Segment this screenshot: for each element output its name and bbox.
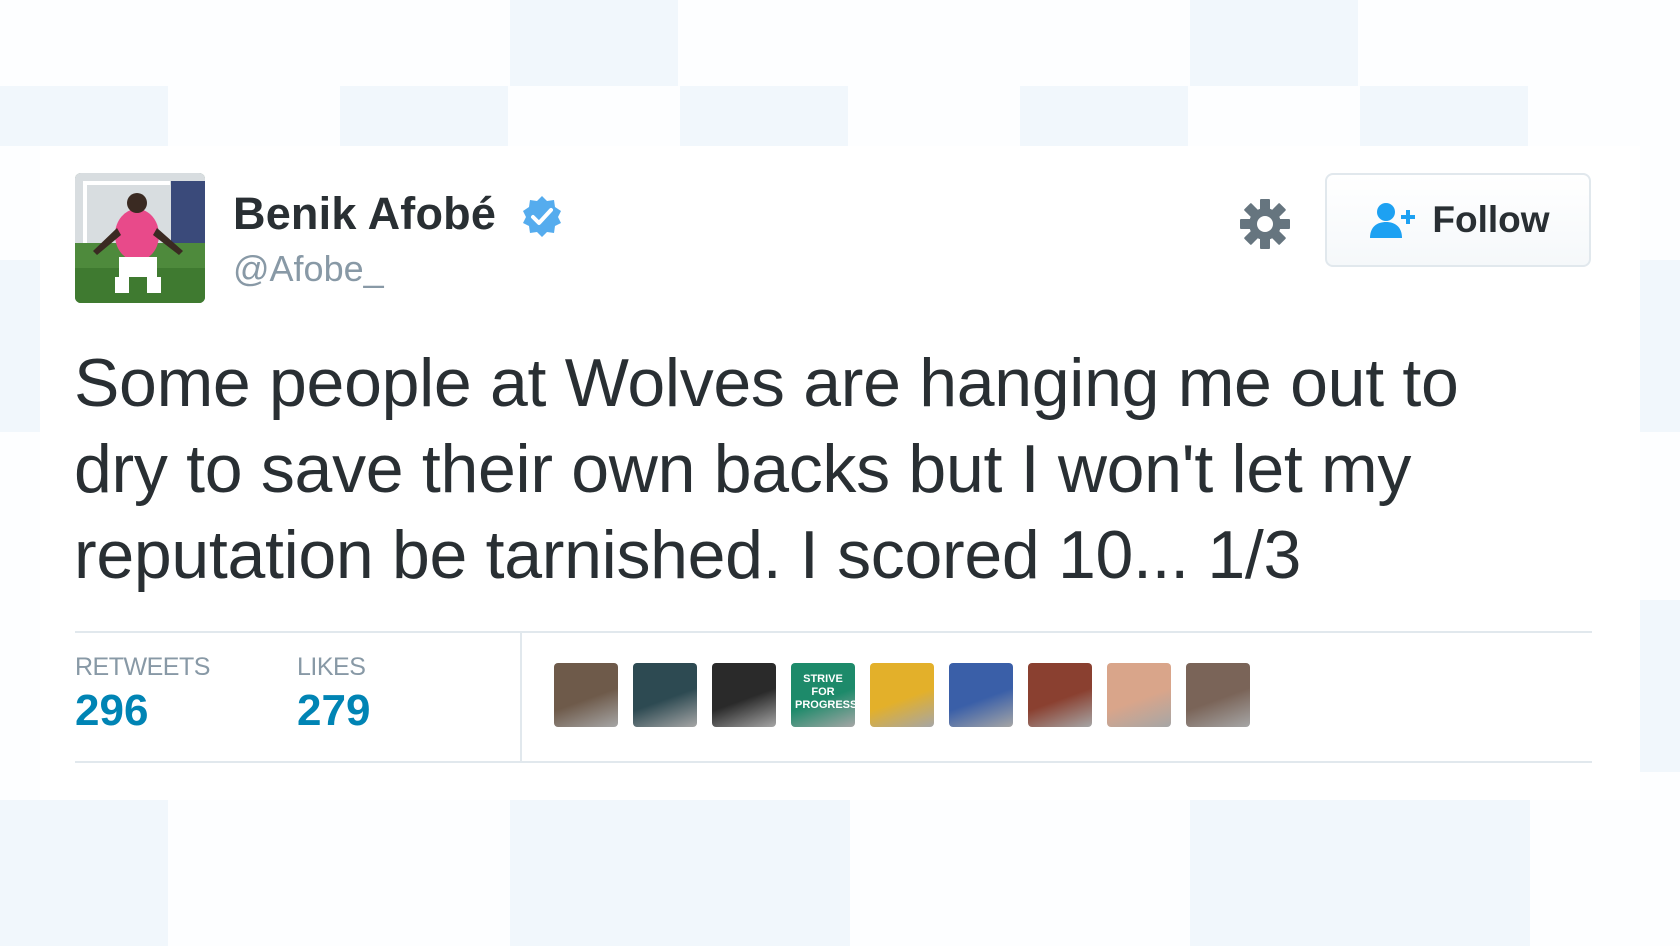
user-avatar[interactable] (75, 173, 205, 303)
likes-label: LIKES (297, 653, 366, 681)
liker-avatar-3[interactable] (712, 663, 776, 727)
liker-avatars: STRIVE FOR PROGRESS (554, 663, 1265, 727)
liker-avatar-5[interactable] (870, 663, 934, 727)
tweet-card: Benik Afobé @Afobe_ Follow Some people a… (40, 146, 1640, 800)
likes-stat[interactable]: LIKES 279 (297, 653, 370, 736)
retweets-label: RETWEETS (75, 653, 210, 681)
background-tile (1360, 86, 1528, 146)
user-handle[interactable]: @Afobe_ (233, 248, 384, 290)
tweet-stats: RETWEETS 296 LIKES 279 STRIVE FOR PROGRE… (75, 631, 1592, 763)
likes-count: 279 (297, 686, 371, 735)
background-tile (0, 800, 168, 946)
background-tile (0, 86, 168, 146)
liker-avatar-2[interactable] (633, 663, 697, 727)
verified-badge-icon (523, 196, 561, 237)
liker-avatar-6[interactable] (949, 663, 1013, 727)
background-tile (510, 800, 850, 946)
follow-button-label: Follow (1432, 199, 1550, 240)
follow-button[interactable]: Follow (1325, 173, 1591, 267)
footballer-avatar-icon (75, 173, 205, 303)
gear-icon[interactable] (1237, 196, 1293, 252)
background-tile (510, 0, 678, 86)
liker-avatar-9[interactable] (1186, 663, 1250, 727)
background-tile (1190, 800, 1530, 946)
background-tile (0, 260, 40, 432)
background-tile (1640, 600, 1680, 772)
liker-avatar-1[interactable] (554, 663, 618, 727)
background-tile (1190, 0, 1358, 86)
stats-divider (520, 633, 522, 761)
tweet-text: Some people at Wolves are hanging me out… (74, 345, 1459, 593)
retweets-stat[interactable]: RETWEETS 296 (75, 653, 210, 736)
add-user-icon (1370, 203, 1416, 238)
liker-avatar-4[interactable]: STRIVE FOR PROGRESS (791, 663, 855, 727)
user-display-name[interactable]: Benik Afobé (233, 188, 496, 240)
liker-avatar-text: STRIVE FOR PROGRESS (795, 673, 855, 711)
background-tile (1640, 260, 1680, 432)
background-tile (340, 86, 508, 146)
background-tile (680, 86, 848, 146)
retweets-count: 296 (75, 686, 149, 735)
background-tile (1020, 86, 1188, 146)
liker-avatar-7[interactable] (1028, 663, 1092, 727)
liker-avatar-8[interactable] (1107, 663, 1171, 727)
